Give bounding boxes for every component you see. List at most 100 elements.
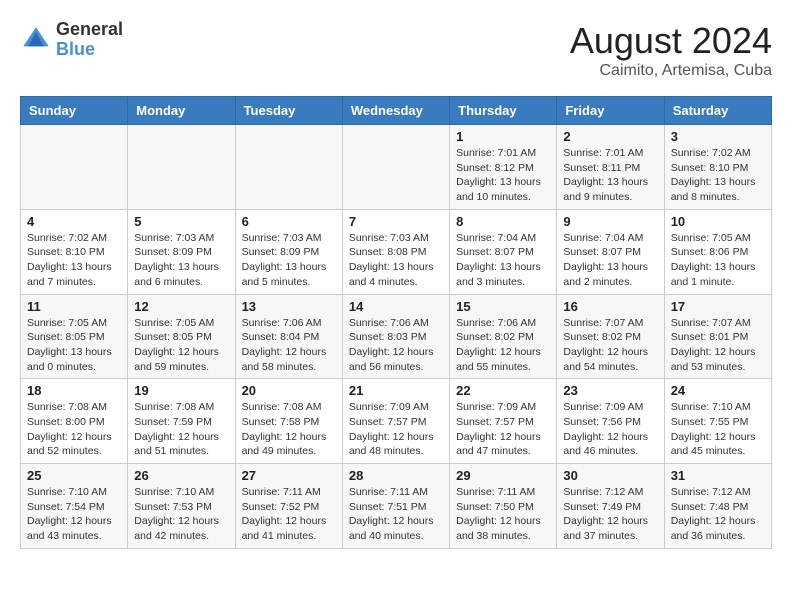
day-info: Sunrise: 7:09 AM Sunset: 7:57 PM Dayligh…: [349, 400, 443, 459]
calendar-cell: 21 Sunrise: 7:09 AM Sunset: 7:57 PM Dayli…: [342, 379, 449, 464]
calendar-cell: 17Sunrise: 7:07 AM Sunset: 8:01 PM Dayli…: [664, 294, 771, 379]
calendar-week-row: 25 Sunrise: 7:10 AM Sunset: 7:54 PM Dayli…: [21, 464, 772, 549]
logo-blue-text: Blue: [56, 40, 123, 60]
day-number: 7: [349, 214, 443, 229]
calendar-cell: 9Sunrise: 7:04 AM Sunset: 8:07 PM Daylig…: [557, 209, 664, 294]
calendar-cell: 30 Sunrise: 7:12 AM Sunset: 7:49 PM Dayli…: [557, 464, 664, 549]
calendar-week-row: 18 Sunrise: 7:08 AM Sunset: 8:00 PM Dayli…: [21, 379, 772, 464]
day-info: Sunrise: 7:03 AM Sunset: 8:08 PM Dayligh…: [349, 231, 443, 290]
day-number: 21: [349, 383, 443, 398]
calendar-cell: 15 Sunrise: 7:06 AM Sunset: 8:02 PM Dayli…: [450, 294, 557, 379]
weekday-header: Saturday: [664, 97, 771, 125]
calendar-cell: 2 Sunrise: 7:01 AM Sunset: 8:11 PM Daylig…: [557, 125, 664, 210]
calendar-cell: [342, 125, 449, 210]
calendar-cell: 19 Sunrise: 7:08 AM Sunset: 7:59 PM Dayli…: [128, 379, 235, 464]
calendar-cell: 24 Sunrise: 7:10 AM Sunset: 7:55 PM Dayli…: [664, 379, 771, 464]
day-number: 26: [134, 468, 228, 483]
title-block: August 2024 Caimito, Artemisa, Cuba: [570, 20, 772, 80]
day-number: 12: [134, 299, 228, 314]
calendar-cell: 3Sunrise: 7:02 AM Sunset: 8:10 PM Daylig…: [664, 125, 771, 210]
day-number: 8: [456, 214, 550, 229]
day-info: Sunrise: 7:03 AM Sunset: 8:09 PM Dayligh…: [134, 231, 228, 290]
day-info: Sunrise: 7:11 AM Sunset: 7:50 PM Dayligh…: [456, 485, 550, 544]
weekday-header: Tuesday: [235, 97, 342, 125]
logo-general-text: General: [56, 20, 123, 40]
calendar-cell: 8 Sunrise: 7:04 AM Sunset: 8:07 PM Daylig…: [450, 209, 557, 294]
day-number: 24: [671, 383, 765, 398]
day-info: Sunrise: 7:08 AM Sunset: 7:59 PM Dayligh…: [134, 400, 228, 459]
day-number: 4: [27, 214, 121, 229]
logo-icon: [20, 24, 52, 56]
day-info: Sunrise: 7:12 AM Sunset: 7:49 PM Dayligh…: [563, 485, 657, 544]
calendar-cell: 10Sunrise: 7:05 AM Sunset: 8:06 PM Dayli…: [664, 209, 771, 294]
day-info: Sunrise: 7:04 AM Sunset: 8:07 PM Dayligh…: [456, 231, 550, 290]
calendar-cell: 31 Sunrise: 7:12 AM Sunset: 7:48 PM Dayli…: [664, 464, 771, 549]
day-number: 10: [671, 214, 765, 229]
day-number: 31: [671, 468, 765, 483]
day-info: Sunrise: 7:10 AM Sunset: 7:53 PM Dayligh…: [134, 485, 228, 544]
calendar-cell: 12 Sunrise: 7:05 AM Sunset: 8:05 PM Dayli…: [128, 294, 235, 379]
calendar-cell: 14 Sunrise: 7:06 AM Sunset: 8:03 PM Dayli…: [342, 294, 449, 379]
weekday-header: Friday: [557, 97, 664, 125]
day-number: 23: [563, 383, 657, 398]
day-number: 18: [27, 383, 121, 398]
weekday-header: Monday: [128, 97, 235, 125]
calendar-cell: 28Sunrise: 7:11 AM Sunset: 7:51 PM Dayli…: [342, 464, 449, 549]
calendar-table: SundayMondayTuesdayWednesdayThursdayFrid…: [20, 96, 772, 549]
day-number: 2: [563, 129, 657, 144]
day-info: Sunrise: 7:11 AM Sunset: 7:51 PM Dayligh…: [349, 485, 443, 544]
calendar-cell: 6 Sunrise: 7:03 AM Sunset: 8:09 PM Daylig…: [235, 209, 342, 294]
day-info: Sunrise: 7:09 AM Sunset: 7:57 PM Dayligh…: [456, 400, 550, 459]
day-info: Sunrise: 7:06 AM Sunset: 8:02 PM Dayligh…: [456, 316, 550, 375]
day-number: 30: [563, 468, 657, 483]
day-number: 19: [134, 383, 228, 398]
calendar-week-row: 4 Sunrise: 7:02 AM Sunset: 8:10 PM Daylig…: [21, 209, 772, 294]
calendar-cell: 18 Sunrise: 7:08 AM Sunset: 8:00 PM Dayli…: [21, 379, 128, 464]
weekday-header-row: SundayMondayTuesdayWednesdayThursdayFrid…: [21, 97, 772, 125]
calendar-week-row: 1Sunrise: 7:01 AM Sunset: 8:12 PM Daylig…: [21, 125, 772, 210]
calendar-cell: 13Sunrise: 7:06 AM Sunset: 8:04 PM Dayli…: [235, 294, 342, 379]
day-info: Sunrise: 7:10 AM Sunset: 7:55 PM Dayligh…: [671, 400, 765, 459]
calendar-cell: 1Sunrise: 7:01 AM Sunset: 8:12 PM Daylig…: [450, 125, 557, 210]
day-number: 25: [27, 468, 121, 483]
calendar-cell: 29Sunrise: 7:11 AM Sunset: 7:50 PM Dayli…: [450, 464, 557, 549]
calendar-cell: 25 Sunrise: 7:10 AM Sunset: 7:54 PM Dayli…: [21, 464, 128, 549]
logo: General Blue: [20, 20, 123, 60]
calendar-cell: 7 Sunrise: 7:03 AM Sunset: 8:08 PM Daylig…: [342, 209, 449, 294]
day-number: 6: [242, 214, 336, 229]
day-info: Sunrise: 7:12 AM Sunset: 7:48 PM Dayligh…: [671, 485, 765, 544]
day-number: 22: [456, 383, 550, 398]
calendar-cell: 22 Sunrise: 7:09 AM Sunset: 7:57 PM Dayli…: [450, 379, 557, 464]
day-number: 27: [242, 468, 336, 483]
day-info: Sunrise: 7:03 AM Sunset: 8:09 PM Dayligh…: [242, 231, 336, 290]
day-number: 5: [134, 214, 228, 229]
calendar-cell: 16 Sunrise: 7:07 AM Sunset: 8:02 PM Dayli…: [557, 294, 664, 379]
page-header: General Blue August 2024 Caimito, Artemi…: [20, 20, 772, 80]
day-info: Sunrise: 7:07 AM Sunset: 8:02 PM Dayligh…: [563, 316, 657, 375]
day-info: Sunrise: 7:11 AM Sunset: 7:52 PM Dayligh…: [242, 485, 336, 544]
day-info: Sunrise: 7:02 AM Sunset: 8:10 PM Dayligh…: [27, 231, 121, 290]
weekday-header: Wednesday: [342, 97, 449, 125]
calendar-cell: 4 Sunrise: 7:02 AM Sunset: 8:10 PM Daylig…: [21, 209, 128, 294]
day-number: 15: [456, 299, 550, 314]
day-info: Sunrise: 7:08 AM Sunset: 7:58 PM Dayligh…: [242, 400, 336, 459]
day-info: Sunrise: 7:04 AM Sunset: 8:07 PM Dayligh…: [563, 231, 657, 290]
day-info: Sunrise: 7:08 AM Sunset: 8:00 PM Dayligh…: [27, 400, 121, 459]
calendar-week-row: 11Sunrise: 7:05 AM Sunset: 8:05 PM Dayli…: [21, 294, 772, 379]
day-info: Sunrise: 7:01 AM Sunset: 8:11 PM Dayligh…: [563, 146, 657, 205]
day-number: 17: [671, 299, 765, 314]
month-year: August 2024: [570, 20, 772, 62]
calendar-cell: 11Sunrise: 7:05 AM Sunset: 8:05 PM Dayli…: [21, 294, 128, 379]
day-number: 16: [563, 299, 657, 314]
calendar-cell: 20 Sunrise: 7:08 AM Sunset: 7:58 PM Dayli…: [235, 379, 342, 464]
day-info: Sunrise: 7:05 AM Sunset: 8:05 PM Dayligh…: [27, 316, 121, 375]
day-number: 14: [349, 299, 443, 314]
calendar-cell: [21, 125, 128, 210]
day-info: Sunrise: 7:05 AM Sunset: 8:05 PM Dayligh…: [134, 316, 228, 375]
day-number: 20: [242, 383, 336, 398]
day-info: Sunrise: 7:06 AM Sunset: 8:03 PM Dayligh…: [349, 316, 443, 375]
weekday-header: Sunday: [21, 97, 128, 125]
day-info: Sunrise: 7:10 AM Sunset: 7:54 PM Dayligh…: [27, 485, 121, 544]
day-number: 1: [456, 129, 550, 144]
day-info: Sunrise: 7:09 AM Sunset: 7:56 PM Dayligh…: [563, 400, 657, 459]
